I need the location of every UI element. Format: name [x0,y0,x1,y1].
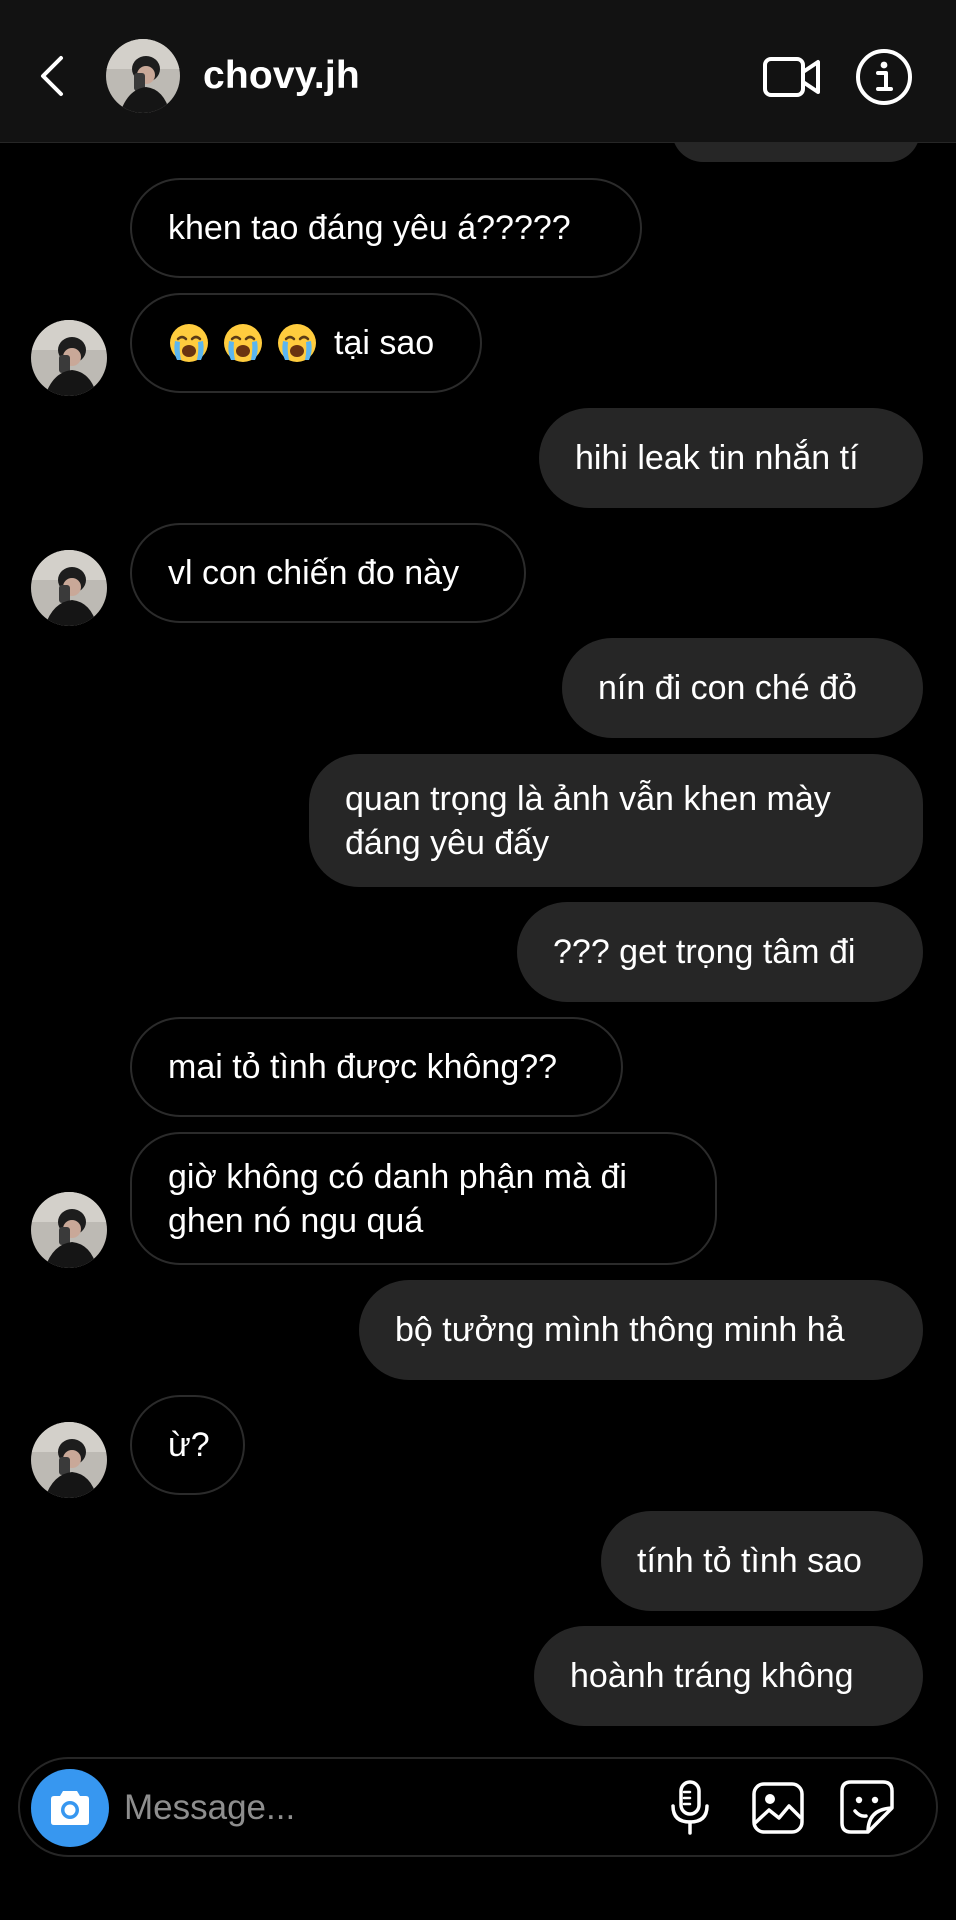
sender-avatar[interactable] [31,1422,107,1498]
message-bubble-incoming[interactable]: tại sao [130,293,482,393]
gallery-button[interactable] [746,1777,810,1839]
sticker-icon [840,1780,894,1834]
avatar[interactable] [106,39,180,113]
crying-face-emoji-icon [170,324,208,362]
message-text: ừ? [168,1426,210,1464]
message-text: tính tỏ tình sao [637,1542,862,1580]
chevron-left-icon [41,56,63,96]
message-text: quan trọng là ảnh vẫn khen mày đáng yêu … [345,779,831,862]
message-bubble-incoming[interactable]: mai tỏ tình được không?? [130,1017,623,1117]
message-bubble-outgoing[interactable]: bộ tưởng mình thông minh hả [359,1280,923,1380]
message-text: giờ không có danh phận mà đi ghen nó ngu… [168,1157,627,1240]
conversation-info-button[interactable] [853,46,915,108]
message-bubble-incoming[interactable]: vl con chiến đo này [130,523,526,623]
message-composer [18,1757,938,1857]
message-input[interactable] [124,1783,544,1833]
message-text: mai tỏ tình được không?? [168,1048,558,1086]
chat-username[interactable]: chovy.jh [203,48,360,104]
message-bubble-outgoing[interactable]: nín đi con ché đỏ [562,638,923,738]
sticker-button[interactable] [835,1775,899,1839]
message-bubble-outgoing[interactable]: quan trọng là ảnh vẫn khen mày đáng yêu … [309,754,923,887]
message-bubble-incoming[interactable]: ừ? [130,1395,245,1495]
video-call-button[interactable] [760,50,824,104]
voice-message-button[interactable] [660,1777,720,1839]
sender-avatar[interactable] [31,550,107,626]
video-camera-icon [763,57,820,97]
message-text: bộ tưởng mình thông minh hả [395,1311,845,1349]
message-bubble-outgoing[interactable]: hihi leak tin nhắn tí [539,408,923,508]
message-bubble-outgoing[interactable]: tính tỏ tình sao [601,1511,923,1611]
message-bubble-outgoing[interactable]: ??? get trọng tâm đi [517,902,923,1002]
camera-button[interactable] [31,1769,109,1847]
message-text: hoành tráng không [570,1657,854,1695]
message-text: tại sao [334,324,435,362]
crying-face-emoji-icon [278,324,316,362]
sender-avatar[interactable] [31,320,107,396]
back-button[interactable] [30,48,74,104]
message-text: ??? get trọng tâm đi [553,933,856,971]
message-bubble-incoming[interactable]: giờ không có danh phận mà đi ghen nó ngu… [130,1132,717,1265]
microphone-icon [671,1780,709,1835]
message-text: nín đi con ché đỏ [598,669,857,707]
info-icon [856,49,912,105]
message-text: vl con chiến đo này [168,554,460,592]
sender-avatar[interactable] [31,1192,107,1268]
image-gallery-icon [752,1782,804,1834]
camera-icon [51,1791,89,1825]
chat-header: chovy.jh [0,0,956,143]
message-bubble-incoming[interactable]: khen tao đáng yêu á????? [130,178,642,278]
message-bubble-outgoing[interactable]: hoành tráng không [534,1626,923,1726]
message-text: khen tao đáng yêu á????? [168,209,571,247]
crying-face-emoji-icon [224,324,262,362]
message-text: hihi leak tin nhắn tí [575,439,859,477]
